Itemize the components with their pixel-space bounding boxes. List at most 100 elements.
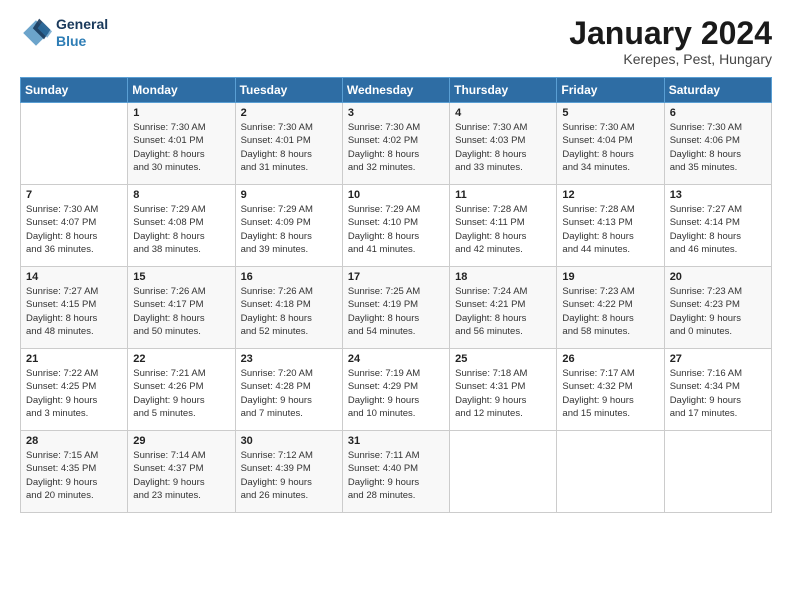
calendar-cell: 8 Sunrise: 7:29 AM Sunset: 4:08 PM Daylig… <box>128 185 235 267</box>
calendar-cell <box>557 431 664 513</box>
calendar-cell: 5 Sunrise: 7:30 AM Sunset: 4:04 PM Daylig… <box>557 103 664 185</box>
day-number: 22 <box>133 353 229 365</box>
day-info: Sunrise: 7:28 AM Sunset: 4:11 PM Dayligh… <box>455 203 551 256</box>
day-info: Sunrise: 7:21 AM Sunset: 4:26 PM Dayligh… <box>133 367 229 420</box>
day-number: 17 <box>348 271 444 283</box>
col-monday: Monday <box>128 78 235 103</box>
calendar-cell: 11Sunrise: 7:28 AM Sunset: 4:11 PM Dayli… <box>450 185 557 267</box>
calendar-cell: 14Sunrise: 7:27 AM Sunset: 4:15 PM Dayli… <box>21 267 128 349</box>
logo-icon <box>20 17 52 49</box>
day-info: Sunrise: 7:30 AM Sunset: 4:07 PM Dayligh… <box>26 203 122 256</box>
calendar-week-5: 28 Sunrise: 7:15 AM Sunset: 4:35 PM Dayli… <box>21 431 772 513</box>
calendar-cell <box>664 431 771 513</box>
day-number: 26 <box>562 353 658 365</box>
calendar-cell: 23Sunrise: 7:20 AM Sunset: 4:28 PM Dayli… <box>235 349 342 431</box>
col-friday: Friday <box>557 78 664 103</box>
calendar-table: Sunday Monday Tuesday Wednesday Thursday… <box>20 77 772 513</box>
day-number: 28 <box>26 435 122 447</box>
day-info: Sunrise: 7:29 AM Sunset: 4:08 PM Dayligh… <box>133 203 229 256</box>
calendar-cell: 4 Sunrise: 7:30 AM Sunset: 4:03 PM Daylig… <box>450 103 557 185</box>
col-tuesday: Tuesday <box>235 78 342 103</box>
title-block: January 2024 Kerepes, Pest, Hungary <box>569 16 772 67</box>
day-number: 31 <box>348 435 444 447</box>
calendar-week-1: 1 Sunrise: 7:30 AM Sunset: 4:01 PM Daylig… <box>21 103 772 185</box>
day-info: Sunrise: 7:18 AM Sunset: 4:31 PM Dayligh… <box>455 367 551 420</box>
calendar-header-row: Sunday Monday Tuesday Wednesday Thursday… <box>21 78 772 103</box>
calendar-cell: 22 Sunrise: 7:21 AM Sunset: 4:26 PM Dayli… <box>128 349 235 431</box>
calendar-cell: 9 Sunrise: 7:29 AM Sunset: 4:09 PM Daylig… <box>235 185 342 267</box>
day-info: Sunrise: 7:30 AM Sunset: 4:06 PM Dayligh… <box>670 121 766 174</box>
day-number: 21 <box>26 353 122 365</box>
calendar-cell: 28 Sunrise: 7:15 AM Sunset: 4:35 PM Dayli… <box>21 431 128 513</box>
calendar-cell: 1 Sunrise: 7:30 AM Sunset: 4:01 PM Daylig… <box>128 103 235 185</box>
calendar-cell: 16Sunrise: 7:26 AM Sunset: 4:18 PM Dayli… <box>235 267 342 349</box>
day-number: 5 <box>562 107 658 119</box>
day-number: 23 <box>241 353 337 365</box>
day-info: Sunrise: 7:30 AM Sunset: 4:03 PM Dayligh… <box>455 121 551 174</box>
day-info: Sunrise: 7:30 AM Sunset: 4:02 PM Dayligh… <box>348 121 444 174</box>
col-thursday: Thursday <box>450 78 557 103</box>
page-title: January 2024 <box>569 16 772 51</box>
day-info: Sunrise: 7:27 AM Sunset: 4:14 PM Dayligh… <box>670 203 766 256</box>
day-info: Sunrise: 7:29 AM Sunset: 4:10 PM Dayligh… <box>348 203 444 256</box>
day-info: Sunrise: 7:29 AM Sunset: 4:09 PM Dayligh… <box>241 203 337 256</box>
calendar-cell: 27Sunrise: 7:16 AM Sunset: 4:34 PM Dayli… <box>664 349 771 431</box>
col-saturday: Saturday <box>664 78 771 103</box>
day-info: Sunrise: 7:26 AM Sunset: 4:17 PM Dayligh… <box>133 285 229 338</box>
day-number: 2 <box>241 107 337 119</box>
day-info: Sunrise: 7:19 AM Sunset: 4:29 PM Dayligh… <box>348 367 444 420</box>
calendar-cell: 25 Sunrise: 7:18 AM Sunset: 4:31 PM Dayli… <box>450 349 557 431</box>
day-info: Sunrise: 7:30 AM Sunset: 4:04 PM Dayligh… <box>562 121 658 174</box>
day-number: 9 <box>241 189 337 201</box>
calendar-cell: 10 Sunrise: 7:29 AM Sunset: 4:10 PM Dayli… <box>342 185 449 267</box>
logo-text: General Blue <box>56 16 108 50</box>
day-number: 1 <box>133 107 229 119</box>
calendar-cell: 3 Sunrise: 7:30 AM Sunset: 4:02 PM Daylig… <box>342 103 449 185</box>
day-number: 25 <box>455 353 551 365</box>
day-info: Sunrise: 7:25 AM Sunset: 4:19 PM Dayligh… <box>348 285 444 338</box>
day-number: 20 <box>670 271 766 283</box>
day-number: 19 <box>562 271 658 283</box>
day-number: 18 <box>455 271 551 283</box>
calendar-cell: 18Sunrise: 7:24 AM Sunset: 4:21 PM Dayli… <box>450 267 557 349</box>
day-info: Sunrise: 7:14 AM Sunset: 4:37 PM Dayligh… <box>133 449 229 502</box>
day-info: Sunrise: 7:15 AM Sunset: 4:35 PM Dayligh… <box>26 449 122 502</box>
header: General Blue January 2024 Kerepes, Pest,… <box>20 16 772 67</box>
calendar-cell: 21Sunrise: 7:22 AM Sunset: 4:25 PM Dayli… <box>21 349 128 431</box>
calendar-week-3: 14Sunrise: 7:27 AM Sunset: 4:15 PM Dayli… <box>21 267 772 349</box>
day-info: Sunrise: 7:12 AM Sunset: 4:39 PM Dayligh… <box>241 449 337 502</box>
page-subtitle: Kerepes, Pest, Hungary <box>569 51 772 67</box>
day-number: 6 <box>670 107 766 119</box>
page: General Blue January 2024 Kerepes, Pest,… <box>0 0 792 612</box>
day-info: Sunrise: 7:30 AM Sunset: 4:01 PM Dayligh… <box>241 121 337 174</box>
day-number: 4 <box>455 107 551 119</box>
day-number: 15 <box>133 271 229 283</box>
calendar-cell: 6 Sunrise: 7:30 AM Sunset: 4:06 PM Daylig… <box>664 103 771 185</box>
calendar-cell <box>21 103 128 185</box>
day-number: 10 <box>348 189 444 201</box>
calendar-cell: 2 Sunrise: 7:30 AM Sunset: 4:01 PM Daylig… <box>235 103 342 185</box>
calendar-cell: 19Sunrise: 7:23 AM Sunset: 4:22 PM Dayli… <box>557 267 664 349</box>
day-number: 29 <box>133 435 229 447</box>
calendar-cell: 12Sunrise: 7:28 AM Sunset: 4:13 PM Dayli… <box>557 185 664 267</box>
day-number: 3 <box>348 107 444 119</box>
day-number: 30 <box>241 435 337 447</box>
day-number: 7 <box>26 189 122 201</box>
calendar-cell <box>450 431 557 513</box>
calendar-week-2: 7 Sunrise: 7:30 AM Sunset: 4:07 PM Daylig… <box>21 185 772 267</box>
col-wednesday: Wednesday <box>342 78 449 103</box>
day-info: Sunrise: 7:11 AM Sunset: 4:40 PM Dayligh… <box>348 449 444 502</box>
calendar-cell: 15 Sunrise: 7:26 AM Sunset: 4:17 PM Dayli… <box>128 267 235 349</box>
day-number: 8 <box>133 189 229 201</box>
day-info: Sunrise: 7:17 AM Sunset: 4:32 PM Dayligh… <box>562 367 658 420</box>
day-info: Sunrise: 7:27 AM Sunset: 4:15 PM Dayligh… <box>26 285 122 338</box>
calendar-week-4: 21Sunrise: 7:22 AM Sunset: 4:25 PM Dayli… <box>21 349 772 431</box>
day-number: 24 <box>348 353 444 365</box>
calendar-cell: 20 Sunrise: 7:23 AM Sunset: 4:23 PM Dayli… <box>664 267 771 349</box>
day-info: Sunrise: 7:23 AM Sunset: 4:23 PM Dayligh… <box>670 285 766 338</box>
day-info: Sunrise: 7:30 AM Sunset: 4:01 PM Dayligh… <box>133 121 229 174</box>
calendar-cell: 26 Sunrise: 7:17 AM Sunset: 4:32 PM Dayli… <box>557 349 664 431</box>
calendar-cell: 31 Sunrise: 7:11 AM Sunset: 4:40 PM Dayli… <box>342 431 449 513</box>
calendar-cell: 24 Sunrise: 7:19 AM Sunset: 4:29 PM Dayli… <box>342 349 449 431</box>
day-number: 13 <box>670 189 766 201</box>
